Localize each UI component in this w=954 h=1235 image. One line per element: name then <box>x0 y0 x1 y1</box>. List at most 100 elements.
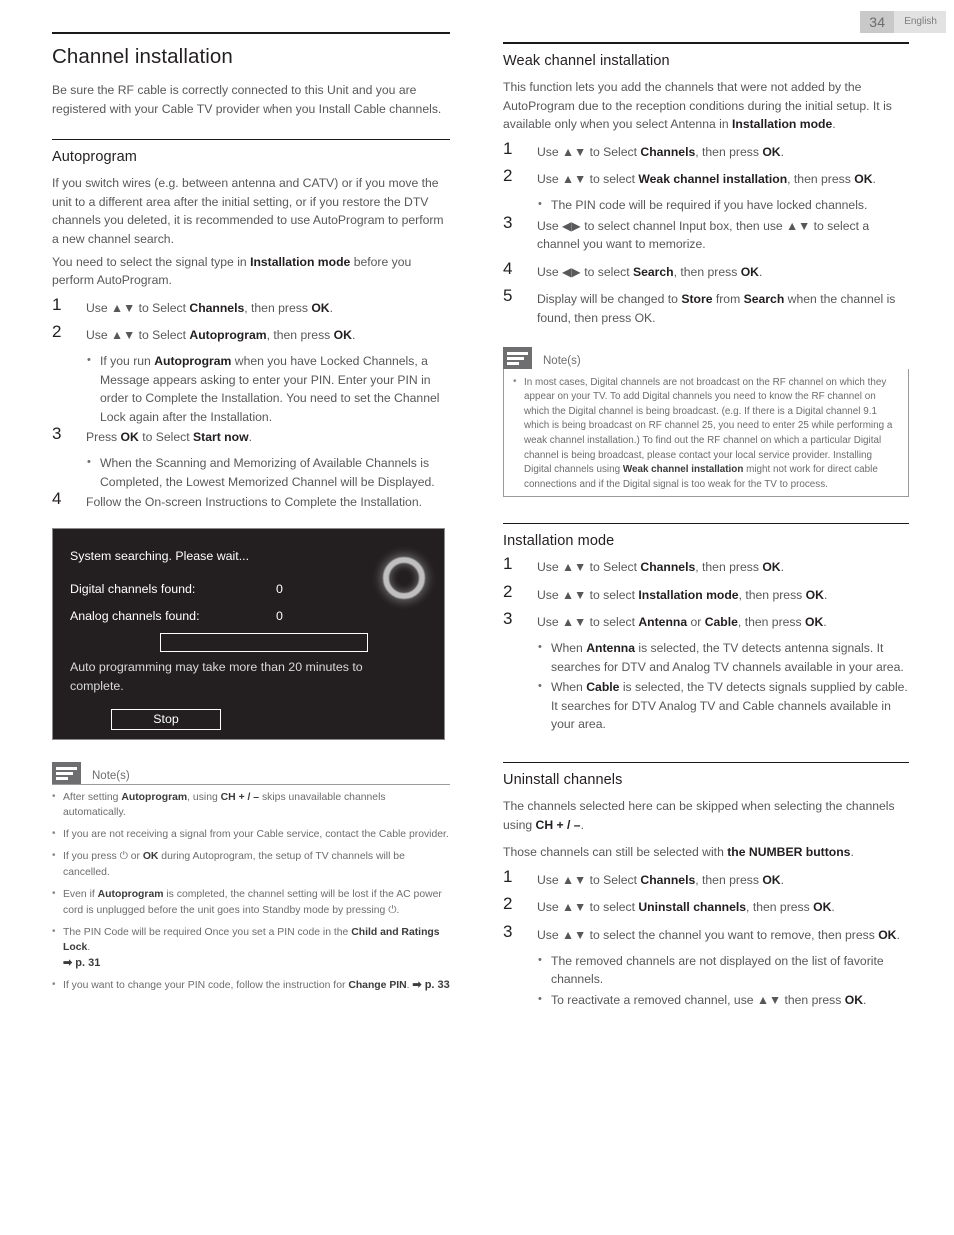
notes-list-left: After setting Autoprogram, using CH + / … <box>52 789 450 994</box>
page-reference-link[interactable]: ➡ p. 33 <box>412 979 449 991</box>
emphasis-weak-channel-installation: Weak channel installation <box>622 464 744 476</box>
step-item: 3 Use ▲▼ to select Antenna or Cable, the… <box>503 609 909 734</box>
step-number: 4 <box>52 489 62 509</box>
notes-icon <box>52 761 81 784</box>
step-item: 1 Use ▲▼ to Select Channels, then press … <box>503 138 909 162</box>
step-item: 4 Use ◀▶ to select Search, then press OK… <box>503 259 909 282</box>
emphasis-ok: OK <box>762 560 781 575</box>
text: , then press <box>695 872 763 887</box>
digital-channels-value: 0 <box>276 581 283 596</box>
installation-mode-steps: 1 Use ▲▼ to Select Channels, then press … <box>503 554 909 734</box>
text: Use ◀▶ to select <box>537 264 633 279</box>
text: , then press <box>738 587 806 602</box>
text: After setting <box>63 791 122 803</box>
emphasis-ok: OK <box>813 900 832 915</box>
step-number: 1 <box>503 554 513 574</box>
text: , then press <box>673 264 741 279</box>
bullet-item: When Cable is selected, the TV detects s… <box>537 677 909 734</box>
text: . <box>351 328 356 343</box>
autoprogram-paragraph-1: If you switch wires (e.g. between antenn… <box>52 176 444 246</box>
step2-bullets: The PIN code will be required if you hav… <box>537 195 909 215</box>
emphasis-ok: OK <box>142 851 159 863</box>
text: Even if <box>63 889 98 901</box>
text: . <box>780 144 784 159</box>
text: To reactivate a removed channel, use ▲▼ … <box>551 992 845 1007</box>
text: , then press <box>244 300 312 315</box>
step-number: 2 <box>52 322 62 342</box>
text: Use ▲▼ to Select <box>86 328 190 343</box>
text: Use ◀▶ to select channel Input box, then… <box>537 218 870 252</box>
emphasis-ok: OK <box>805 615 824 630</box>
step-number: 3 <box>52 424 62 444</box>
step-item: 2 Use ▲▼ to Select Autoprogram, then pre… <box>52 322 450 426</box>
installation-mode-bullets: When Antenna is selected, the TV detects… <box>537 638 909 734</box>
step-number: 3 <box>503 609 513 629</box>
emphasis: Autoprogram <box>154 353 232 368</box>
intro-paragraph: Be sure the RF cable is correctly connec… <box>52 83 442 116</box>
notes-box-right: In most cases, Digital channels are not … <box>503 368 909 498</box>
step-number: 2 <box>503 581 513 601</box>
step-item: 1 Use ▲▼ to Select Channels, then press … <box>503 867 909 890</box>
step-number: 1 <box>503 138 513 158</box>
emphasis-ch-key: CH + / – <box>535 817 581 832</box>
system-searching-dialog: System searching. Please wait... Digital… <box>52 527 445 740</box>
text: Use ▲▼ to Select <box>86 300 190 315</box>
divider-top-left <box>52 32 450 34</box>
note-item: If you want to change your PIN code, fol… <box>52 977 450 994</box>
step-number: 2 <box>503 894 513 914</box>
emphasis: Channels <box>189 300 245 315</box>
step-item: 1 Use ▲▼ to Select Channels, then press … <box>503 554 909 577</box>
bullet-item: When the Scanning and Memorizing of Avai… <box>86 453 450 491</box>
text: If you press ⏻ or <box>63 851 143 863</box>
step-item: 3 Press OK to Select Start now. When the… <box>52 424 450 491</box>
text: to Select <box>138 430 194 445</box>
text: Follow the On-screen Instructions to Com… <box>86 495 422 510</box>
emphasis: Autoprogram <box>97 889 164 901</box>
step-number: 5 <box>503 286 513 306</box>
step-number: 3 <box>503 212 513 232</box>
emphasis-cable: Cable <box>704 615 738 630</box>
text: . <box>758 264 763 279</box>
emphasis-ok: OK <box>844 992 864 1007</box>
loading-spinner-icon <box>383 556 425 599</box>
emphasis-cable: Cable <box>586 680 620 695</box>
emphasis: Autoprogram <box>189 328 267 343</box>
step-item: 3 Use ◀▶ to select channel Input box, th… <box>503 212 909 254</box>
stop-button[interactable]: Stop <box>111 708 221 730</box>
emphasis: Channels <box>640 872 696 887</box>
text: Press <box>86 430 121 445</box>
right-column: Weak channel installation This function … <box>503 0 909 1011</box>
emphasis-ok: OK <box>740 264 759 279</box>
note-item: In most cases, Digital channels are not … <box>513 375 899 493</box>
text: . <box>823 587 828 602</box>
text: . <box>831 900 835 915</box>
notes-header-right: Note(s) <box>503 345 909 369</box>
text: , then press <box>695 560 763 575</box>
step-number: 3 <box>503 922 513 941</box>
text: . <box>823 615 827 630</box>
step-item: 3 Use ▲▼ to select the channel you want … <box>503 922 909 1009</box>
heading-uninstall-channels: Uninstall channels <box>503 772 623 789</box>
text: , then press <box>787 172 855 187</box>
page-reference-link[interactable]: ➡ p. 31 <box>63 957 100 969</box>
text: . <box>780 560 784 575</box>
text: or <box>687 615 705 630</box>
text: . <box>832 117 836 132</box>
weak-channel-steps: 1 Use ▲▼ to Select Channels, then press … <box>503 138 909 328</box>
step3-bullets: When the Scanning and Memorizing of Avai… <box>86 453 450 491</box>
text: , using <box>187 791 221 803</box>
text: Use ▲▼ to select <box>537 900 639 915</box>
text: If you are not receiving a signal from y… <box>63 829 449 841</box>
notes-label: Note(s) <box>543 354 581 367</box>
step-item: 2 Use ▲▼ to select Uninstall channels, t… <box>503 894 909 917</box>
notes-header-left: Note(s) <box>52 760 450 784</box>
emphasis: Uninstall channels <box>638 900 747 915</box>
text: Use ▲▼ to select <box>537 587 639 602</box>
text: . <box>329 300 333 315</box>
note-item: After setting Autoprogram, using CH + / … <box>52 789 450 821</box>
step2-bullets: If you run Autoprogram when you have Loc… <box>86 351 450 426</box>
step-number: 1 <box>52 294 62 314</box>
text: Use ▲▼ to select the channel you want to… <box>537 928 879 942</box>
notes-list-right: In most cases, Digital channels are not … <box>513 375 899 493</box>
emphasis-store: Store <box>681 292 713 307</box>
